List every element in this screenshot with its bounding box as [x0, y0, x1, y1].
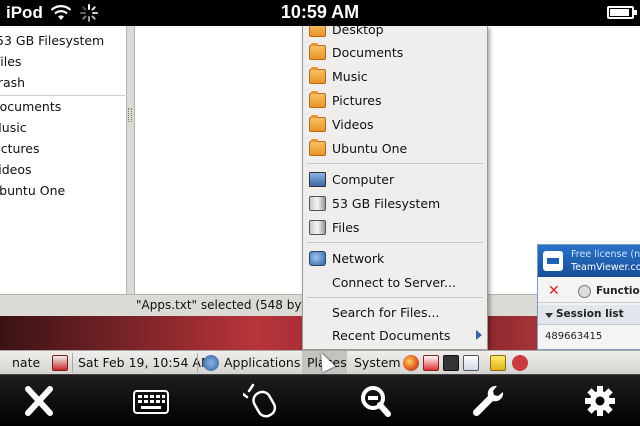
panel-separator — [72, 353, 73, 372]
session-id[interactable]: 489663415 — [545, 331, 602, 342]
menu-item-network[interactable]: Network — [303, 248, 487, 270]
remote-desktop-view[interactable]: 53 GB Filesystem Files Trash Documents M… — [0, 26, 640, 374]
panel-user[interactable]: nate — [12, 355, 40, 370]
gear-icon — [585, 386, 615, 416]
hard-disk-icon — [309, 196, 326, 211]
wrench-icon — [472, 385, 504, 417]
close-session-icon[interactable]: ✕ — [548, 283, 560, 299]
close-button[interactable] — [19, 383, 59, 419]
teamviewer-actions: ✕ Functions — [538, 281, 640, 303]
functions-icon — [578, 285, 591, 298]
sidebar-item-music[interactable]: Music — [0, 120, 27, 140]
menu-item-recent-documents[interactable]: Recent Documents — [303, 325, 487, 347]
drive-icon — [309, 220, 326, 235]
network-icon — [309, 251, 326, 266]
ios-status-bar: iPod 10:59 AM — [0, 0, 640, 26]
keyboard-icon — [133, 390, 169, 414]
menu-item-filesystem[interactable]: 53 GB Filesystem — [303, 193, 487, 215]
mouse-mode-button[interactable] — [241, 383, 283, 419]
teamviewer-panel: Free license (non-commercial use only) T… — [537, 244, 640, 350]
terminal-icon[interactable] — [443, 355, 459, 371]
zoom-out-icon — [361, 386, 391, 417]
sidebar-item-videos[interactable]: Videos — [0, 162, 32, 182]
folder-icon — [309, 139, 326, 156]
sidebar-item-documents[interactable]: Documents — [0, 99, 61, 119]
menu-item-files[interactable]: Files — [303, 217, 487, 239]
desktop-folder-icon — [309, 26, 326, 37]
zoom-out-button[interactable] — [356, 383, 396, 419]
applications-menu-icon — [203, 355, 219, 371]
teamviewer-site-link[interactable]: TeamViewer.com — [571, 262, 640, 273]
menu-item-videos[interactable]: Videos — [303, 114, 487, 136]
keyboard-button[interactable] — [131, 383, 171, 419]
session-list-header[interactable]: Session list — [538, 305, 640, 325]
applications-menu[interactable]: Applications — [224, 355, 300, 370]
user-status-icon[interactable] — [52, 355, 68, 371]
preferences-button[interactable] — [580, 383, 620, 419]
settings-tools-button[interactable] — [468, 383, 508, 419]
license-text: Free license (non-commercial use only) — [571, 249, 640, 260]
menu-item-desktop[interactable]: Desktop — [303, 26, 487, 41]
folder-icon — [309, 91, 326, 108]
menu-item-computer[interactable]: Computer — [303, 169, 487, 191]
menu-item-search-files[interactable]: Search for Files... — [303, 302, 487, 324]
menu-item-pictures[interactable]: Pictures — [303, 90, 487, 112]
help-icon[interactable] — [512, 355, 528, 371]
menu-separator — [307, 242, 483, 243]
remote-control-toolbar — [0, 374, 640, 426]
close-icon — [25, 386, 53, 416]
menu-item-documents[interactable]: Documents — [303, 42, 487, 64]
computer-icon — [309, 172, 326, 187]
mouse-icon — [241, 383, 277, 418]
file-manager-sidebar: 53 GB Filesystem Files Trash Documents M… — [0, 26, 127, 294]
folder-icon — [309, 43, 326, 60]
menu-item-ubuntu-one[interactable]: Ubuntu One — [303, 138, 487, 160]
teamviewer-header: Free license (non-commercial use only) T… — [538, 245, 640, 277]
sidebar-divider — [0, 95, 127, 96]
sidebar-item-pictures[interactable]: Pictures — [0, 141, 40, 161]
submenu-arrow-icon — [476, 330, 482, 340]
menu-separator — [307, 163, 483, 164]
sidebar-item-ubuntu-one[interactable]: Ubuntu One — [0, 183, 65, 203]
menu-separator — [307, 297, 483, 298]
panel-clock[interactable]: Sat Feb 19, 10:54 AM — [78, 355, 212, 370]
firefox-icon[interactable] — [403, 355, 419, 371]
sidebar-item-filesystem[interactable]: 53 GB Filesystem — [0, 33, 104, 53]
pane-resize-handle[interactable] — [128, 108, 132, 122]
folder-icon — [309, 67, 326, 84]
bookmark-icon[interactable] — [423, 355, 439, 371]
sidebar-item-files[interactable]: Files — [0, 54, 21, 74]
battery-icon — [607, 6, 637, 19]
session-list-label: Session list — [556, 308, 624, 320]
clock: 10:59 AM — [280, 2, 360, 22]
menu-item-music[interactable]: Music — [303, 66, 487, 88]
menu-item-connect-to-server[interactable]: Connect to Server... — [303, 272, 487, 294]
sidebar-item-trash[interactable]: Trash — [0, 75, 25, 95]
selection-status-text: "Apps.txt" selected (548 bytes) — [136, 298, 325, 312]
system-menu[interactable]: System — [354, 355, 401, 370]
panel-separator — [197, 353, 198, 372]
teamviewer-logo-icon — [543, 251, 563, 271]
system-monitor-icon[interactable] — [463, 355, 479, 371]
functions-button[interactable]: Functions — [596, 285, 640, 297]
notes-icon[interactable] — [490, 355, 506, 371]
places-menu: Desktop Documents Music Pictures Videos … — [302, 26, 488, 350]
folder-icon — [309, 115, 326, 132]
